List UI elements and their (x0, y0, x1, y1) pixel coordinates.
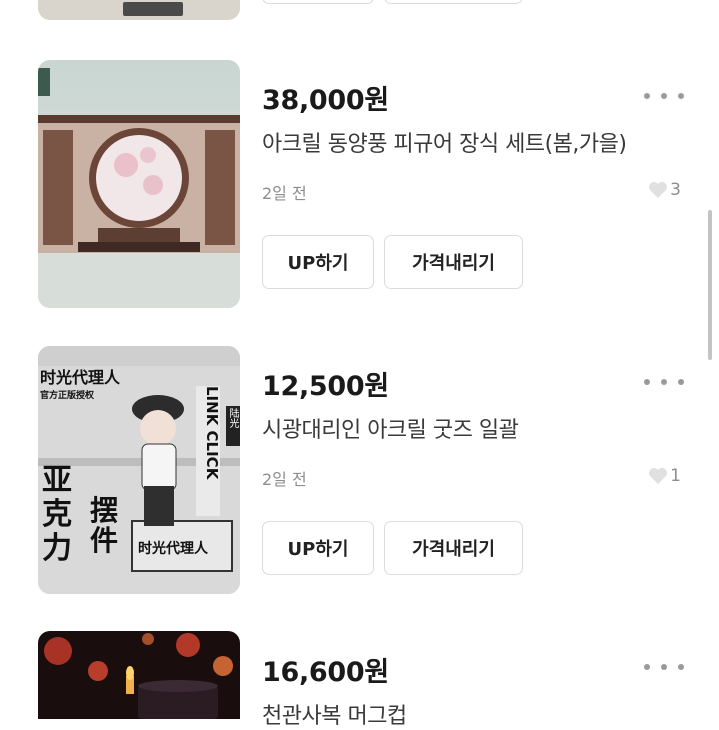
listing-title: 시광대리인 아크릴 굿즈 일괄 (262, 418, 519, 443)
more-options-button[interactable] (644, 657, 684, 677)
more-horizontal-icon (644, 664, 650, 670)
price-down-button[interactable]: 가격내리기 (384, 235, 523, 289)
listing-title: 천관사복 머그컵 (262, 704, 407, 729)
thumb-text-acrylic: 亚克力 (42, 463, 72, 566)
listing-price: 38,000원 (262, 85, 389, 116)
heart-icon (649, 182, 668, 198)
more-options-button[interactable] (644, 372, 684, 392)
thumb-text-logo: 时光代理人 (138, 541, 208, 557)
price-down-button[interactable]: 가격내리기 (384, 521, 523, 575)
like-count: 3 (648, 180, 681, 200)
listing-thumbnail[interactable] (38, 60, 240, 308)
listing-time: 2일 전 (262, 470, 307, 489)
heart-icon (649, 468, 668, 484)
listing-thumbnail[interactable]: 时光代理人 官方正版授权 LINK CLICK 陆光 亚克力 摆件 时光代理人 (38, 346, 240, 594)
up-button[interactable]: UP하기 (262, 235, 374, 289)
up-button[interactable]: UP하기 (262, 521, 374, 575)
like-count-value: 1 (670, 466, 681, 486)
listing-thumbnail[interactable] (38, 631, 240, 719)
up-button[interactable] (262, 0, 374, 4)
thumb-text-stand: 摆件 (90, 494, 119, 557)
listing-time: 2일 전 (262, 184, 307, 203)
listing-title: 아크릴 동양풍 피규어 장식 세트(봄,가을) (262, 132, 627, 157)
oriental-figure-image (38, 60, 240, 308)
more-horizontal-icon (644, 379, 650, 385)
more-options-button[interactable] (644, 86, 684, 106)
listing-price: 12,500원 (262, 371, 389, 402)
listing-price: 16,600원 (262, 657, 389, 688)
thumb-text-title: 时光代理人 (40, 368, 121, 387)
like-count: 1 (648, 466, 681, 486)
thumb-text-name: 陆光 (227, 408, 238, 428)
thumb-text-license: 官方正版授权 (40, 391, 95, 401)
listing-thumbnail[interactable] (38, 0, 240, 20)
thumb-text-linkclick: LINK CLICK (203, 386, 221, 480)
price-down-button[interactable] (384, 0, 523, 4)
more-horizontal-icon (644, 93, 650, 99)
mug-cup-image (38, 631, 240, 719)
like-count-value: 3 (670, 180, 681, 200)
scrollbar[interactable] (708, 210, 712, 360)
